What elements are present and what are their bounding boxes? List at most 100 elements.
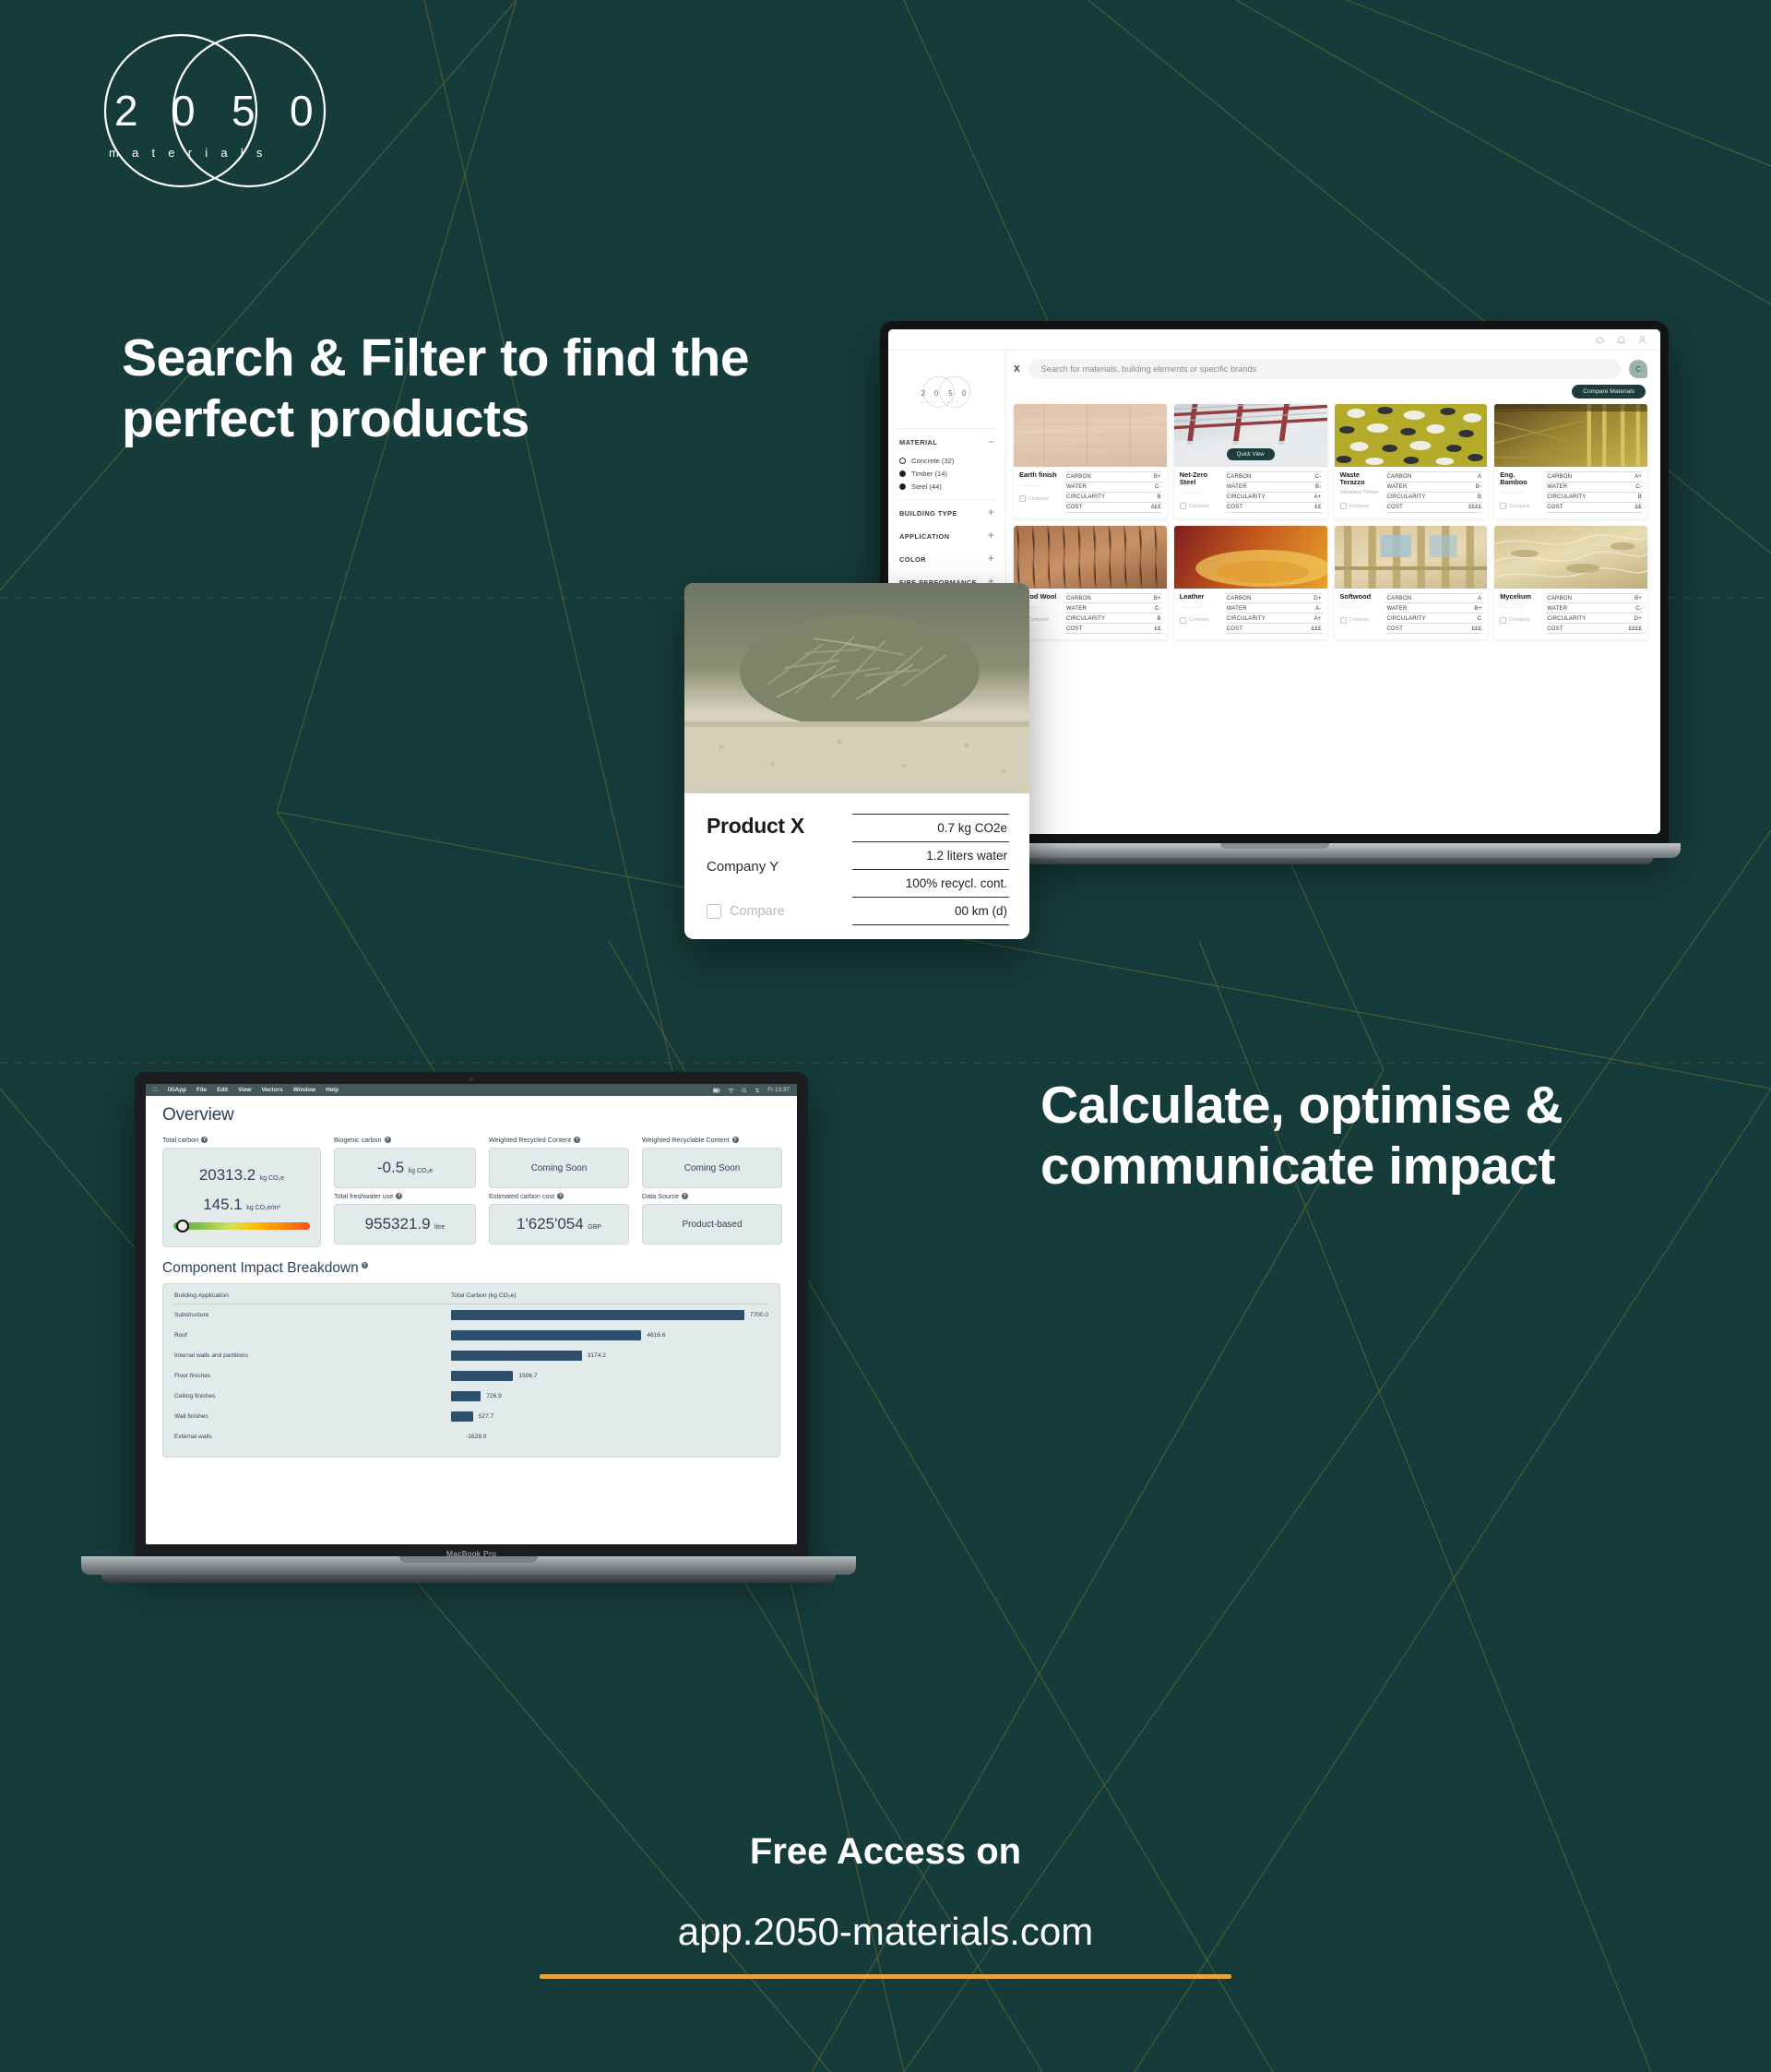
compare-checkbox[interactable]: Compare (1019, 495, 1062, 503)
user-icon[interactable] (1637, 335, 1647, 345)
compare-checkbox[interactable]: Compare (1339, 503, 1383, 510)
help-icon[interactable]: ? (573, 1137, 580, 1143)
help-icon[interactable]: ? (681, 1193, 688, 1199)
product-compare-checkbox[interactable]: Compare (707, 904, 852, 919)
filter-section-color[interactable]: COLOR + (897, 548, 996, 571)
expand-icon-building-type[interactable]: + (988, 507, 994, 518)
bar-value-substructure: 7700.0 (749, 1311, 768, 1318)
filter-option-concrete[interactable]: Concrete (32) (897, 454, 996, 467)
menu-item-edit[interactable]: Edit (217, 1087, 228, 1093)
metric-col-total-carbon: Total carbon ? 20313.2 kg CO₂e 145.1 kg … (162, 1136, 321, 1247)
compare-checkbox[interactable]: Compare (1179, 616, 1222, 624)
metric-label-water: WATER (1547, 605, 1568, 612)
metric-label-biogenic-carbon: Biogenic carbon ? (334, 1136, 476, 1144)
search-icon[interactable] (742, 1087, 747, 1093)
expand-icon-application[interactable]: + (988, 530, 994, 542)
metric-label-water: WATER (1386, 605, 1408, 612)
checkbox-icon[interactable] (1339, 503, 1347, 510)
material-company: ............... (1500, 603, 1523, 610)
product-detail-card[interactable]: Product X Company Y Compare 0.7 kg CO2e … (684, 583, 1029, 939)
help-icon[interactable]: ? (361, 1262, 368, 1268)
filter-option-timber[interactable]: Timber (14) (897, 467, 996, 480)
help-icon[interactable]: ? (396, 1193, 403, 1199)
carbon-rating-gauge[interactable] (173, 1219, 310, 1232)
checkbox-icon[interactable] (1500, 503, 1507, 510)
quick-view-button[interactable]: Quick View (1226, 448, 1275, 460)
freshwater-row: 955321.9 litre (365, 1215, 446, 1233)
filter-section-building-type[interactable]: BUILDING TYPE + (897, 502, 996, 525)
checkbox-icon[interactable] (1500, 616, 1507, 624)
wifi-icon[interactable] (728, 1088, 734, 1093)
cloud-icon[interactable] (1595, 335, 1605, 345)
metric-value-cost: ££ (1314, 504, 1322, 510)
total-carbon-unit: kg CO₂e (259, 1174, 285, 1182)
menu-item-app[interactable]: iXiApp (168, 1087, 186, 1093)
cta-url[interactable]: app.2050-materials.com (0, 1910, 1771, 1954)
material-card-earth-finish[interactable]: Earth finish ............... Compare CAR… (1014, 404, 1167, 518)
chart-row-external-walls: External walls -1628.0 (174, 1426, 768, 1447)
checkbox-icon[interactable] (1339, 616, 1347, 624)
checkbox-icon[interactable] (1179, 503, 1186, 510)
menu-item-window[interactable]: Window (293, 1087, 315, 1093)
close-icon[interactable]: X (1014, 364, 1020, 375)
menu-item-view[interactable]: View (238, 1087, 251, 1093)
compare-label: Compare (1349, 503, 1370, 509)
radio-icon-timber[interactable] (899, 470, 906, 477)
menu-item-vectors[interactable]: Vectors (262, 1087, 283, 1093)
collapse-icon-material[interactable]: – (988, 437, 994, 447)
checkbox-icon[interactable] (1179, 616, 1186, 624)
compare-checkbox[interactable]: Compare (1179, 503, 1222, 510)
material-card-mycelium[interactable]: Mycelium ............... Compare CARBON B… (1494, 525, 1647, 640)
help-icon[interactable]: ? (557, 1193, 565, 1199)
filter-option-steel[interactable]: Steel (44) (897, 480, 996, 493)
metric-value-water: B- (1315, 484, 1322, 491)
material-card-wood-wool[interactable]: Wood Wool ............... Compare CARBON… (1014, 525, 1167, 640)
help-icon[interactable]: ? (201, 1137, 208, 1143)
material-card-eng-bamboo[interactable]: Eng. Bamboo ............... Compare CARB… (1494, 404, 1647, 518)
product-stat-water: 1.2 liters water (852, 841, 1009, 869)
help-icon[interactable]: ? (384, 1137, 391, 1143)
metric-card-freshwater: 955321.9 litre (334, 1204, 476, 1244)
material-card-waste-terazzo[interactable]: Waste Terazzo Vetraland Timber Compare C… (1334, 404, 1488, 518)
radio-icon-steel[interactable] (899, 482, 906, 490)
biogenic-row: -0.5 kg CO₂e (377, 1159, 433, 1177)
bar-category-label: Roof (174, 1331, 187, 1339)
help-icon[interactable]: ? (731, 1137, 739, 1143)
bell-icon[interactable] (1616, 335, 1626, 345)
metric-label-water: WATER (1386, 484, 1408, 491)
chart-col-total-carbon: Total Carbon (kg CO₂e) (451, 1292, 517, 1299)
sidebar-divider-2 (897, 498, 996, 500)
compare-checkbox[interactable]: Compare (1339, 616, 1383, 624)
expand-icon-color[interactable]: + (988, 554, 994, 565)
metric-card-total-carbon: 20313.2 kg CO₂e 145.1 kg CO₂e/m² (162, 1148, 321, 1247)
checkbox-icon[interactable] (1019, 495, 1026, 503)
metric-value-water: C- (1155, 484, 1161, 491)
battery-icon[interactable] (713, 1088, 720, 1093)
avatar[interactable]: C (1629, 360, 1647, 378)
bar-floor-finishes (451, 1370, 514, 1381)
results-main: X Search for materials, building element… (1006, 351, 1660, 834)
gauge-knob[interactable] (176, 1219, 189, 1232)
material-card-leather[interactable]: Leather ............... Compare CARBON D+ (1173, 525, 1327, 640)
compare-checkbox[interactable]: Compare (1500, 616, 1542, 624)
label-text: Data Source (642, 1192, 679, 1200)
metric-label-carbon-cost: Estimated carbon cost ? (489, 1192, 629, 1200)
menu-item-file[interactable]: File (196, 1087, 207, 1093)
menu-item-help[interactable]: Help (326, 1087, 339, 1093)
biogenic-value: -0.5 (376, 1159, 405, 1176)
metric-label-cost: COST (1386, 625, 1403, 632)
control-center-icon[interactable] (755, 1088, 760, 1093)
metric-value-cost: £££ (1471, 625, 1482, 632)
bar-category-label: Wall finishes (174, 1412, 208, 1420)
compare-checkbox[interactable]: Compare (1500, 503, 1542, 510)
material-card-softwood[interactable]: Softwood ............... Compare CARBON A (1334, 525, 1488, 640)
checkbox-icon[interactable] (707, 904, 721, 919)
filter-section-material[interactable]: MATERIAL – (897, 431, 996, 454)
filter-section-application[interactable]: APPLICATION + (897, 525, 996, 548)
material-card-net-zero-steel[interactable]: Quick View Net-Zero Steel ..............… (1173, 404, 1327, 518)
radio-icon-concrete[interactable] (899, 457, 906, 464)
chart-row-ceiling-finishes: Ceiling finishes 726.9 (174, 1386, 768, 1406)
compare-materials-button[interactable]: Compare Materials (1572, 385, 1646, 399)
search-input[interactable]: Search for materials, building elements … (1028, 359, 1621, 379)
apple-icon[interactable]:  (153, 1087, 158, 1093)
